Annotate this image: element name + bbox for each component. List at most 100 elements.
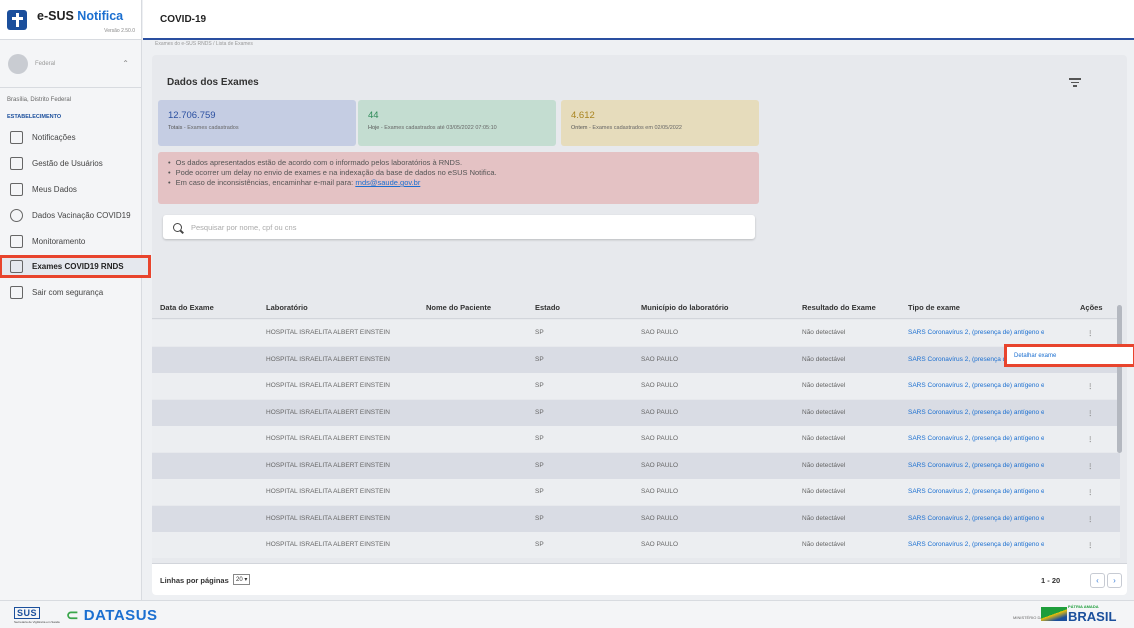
column-header[interactable]: Resultado do Exame [802, 303, 876, 312]
stat-description: Ontem - Exames cadastrados em 02/05/2022 [571, 125, 749, 131]
sus-logo: SUS [14, 607, 41, 619]
detail-exam-menu-item[interactable]: Detalhar exame [1004, 344, 1134, 367]
cell-type[interactable]: SARS Coronavírus 2, (presença de) antíge… [908, 382, 1044, 389]
sidebar-item-gest-o-de-usu-rios[interactable]: Gestão de Usuários [0, 150, 141, 176]
more-actions-icon[interactable]: ⋮ [1087, 515, 1094, 523]
cell-result: Não detectável [802, 514, 846, 522]
rows-per-page-select[interactable]: 20 ▾ [233, 574, 251, 585]
search-box[interactable] [163, 215, 755, 239]
brand[interactable]: e-SUS Notifica Versão 2.50.0 [0, 0, 141, 40]
stat-label: Totais [168, 125, 183, 131]
cell-state: SP [535, 461, 544, 469]
cell-city: SAO PAULO [641, 514, 679, 522]
sidebar-item-monitoramento[interactable]: Monitoramento [0, 228, 141, 254]
column-header[interactable]: Tipo de exame [908, 303, 960, 312]
more-actions-icon[interactable]: ⋮ [1087, 541, 1094, 549]
page-range: 1 - 20 [1041, 576, 1061, 585]
cell-type[interactable]: SARS Coronavírus 2, (presença de) antíge… [908, 541, 1044, 548]
sidebar-item-notifica-es[interactable]: Notificações [0, 124, 141, 150]
more-actions-icon[interactable]: ⋮ [1087, 435, 1094, 443]
datasus-logo: ⊂ DATASUS [66, 606, 158, 624]
user-box[interactable]: Federal ⌃ [0, 40, 141, 88]
cell-state: SP [535, 488, 544, 495]
datasus-mark: ⊂ [66, 607, 84, 624]
stat-value: 44 [368, 110, 379, 121]
cell-city: SAO PAULO [641, 382, 679, 389]
sidebar-item-dados-vacina-o-covid19[interactable]: Dados Vacinação COVID19 [0, 202, 141, 228]
stat-today: 44 Hoje - Exames cadastrados até 03/05/2… [358, 100, 556, 146]
prev-page-button[interactable]: ‹ [1090, 573, 1105, 588]
cell-state: SP [535, 408, 544, 416]
app-version: Versão 2.50.0 [104, 27, 135, 34]
cross-logo-icon [7, 9, 27, 30]
table-scrollbar[interactable] [1115, 295, 1122, 561]
sidebar-item-label: Notificações [32, 132, 76, 142]
cell-result: Não detectável [802, 382, 846, 389]
cell-type[interactable]: SARS Coronavírus 2, (presença de) antíge… [908, 409, 1044, 416]
cell-lab: HOSPITAL ISRAELITA ALBERT EINSTEIN [266, 514, 390, 522]
page-title: COVID-19 [160, 13, 207, 25]
chevron-up-icon[interactable]: ⌃ [122, 59, 129, 68]
more-actions-icon[interactable]: ⋮ [1087, 329, 1094, 337]
cell-city: SAO PAULO [641, 541, 679, 548]
logout-icon [10, 285, 23, 299]
search-input[interactable] [191, 222, 731, 232]
cell-result: Não detectável [802, 435, 846, 442]
cell-type[interactable]: SARS Coronavírus 2, (presença de) antíge… [908, 329, 1044, 336]
column-header[interactable]: Município do laboratório [641, 303, 729, 312]
cell-result: Não detectável [802, 488, 846, 495]
scroll-thumb[interactable] [1117, 305, 1122, 453]
cell-result: Não detectável [802, 355, 846, 363]
rows-per-page-value: 20 [236, 577, 243, 583]
cell-type[interactable]: SARS Coronavírus 2, (presença de) antíge… [908, 515, 1044, 522]
sidebar-item-meus-dados[interactable]: Meus Dados [0, 176, 141, 202]
stat-label: Hoje [368, 125, 380, 131]
sus-subtitle: Secretaria de Vigilância em Saúde [14, 620, 60, 624]
nav-list: Notificações Gestão de Usuários Meus Dados… [0, 124, 151, 305]
more-actions-icon[interactable]: ⋮ [1087, 488, 1094, 496]
column-header[interactable]: Estado [535, 303, 560, 312]
filter-icon-line [1073, 85, 1077, 87]
column-header[interactable]: Data do Exame [160, 303, 214, 312]
brasil-flag-icon [1041, 607, 1067, 621]
cell-type[interactable]: SARS Coronavírus 2, (presença de) antíge… [908, 488, 1044, 495]
brasil-label: BRASIL [1068, 609, 1117, 624]
chevron-down-icon: ▾ [244, 577, 248, 583]
cell-type[interactable]: SARS Coronavírus 2, (presença de) antíge… [908, 462, 1044, 469]
notification-icon [10, 130, 23, 144]
filter-icon[interactable] [1069, 78, 1081, 88]
notice-item: Pode ocorrer um delay no envio de exames… [168, 168, 749, 178]
datasus-text: DATASUS [83, 607, 158, 624]
pagination: Linhas por páginas 20 ▾ 1 - 20 ‹ › [152, 563, 1127, 595]
column-header: Ações [1080, 303, 1103, 312]
sidebar-item-sair-com-seguran-a[interactable]: Sair com segurança [0, 279, 141, 305]
section-label: ESTABELECIMENTO [7, 114, 62, 120]
column-header[interactable]: Laboratório [266, 303, 308, 312]
search-icon [173, 222, 182, 232]
sidebar-item-label: Monitoramento [32, 236, 86, 246]
cell-city: SAO PAULO [641, 461, 679, 469]
sidebar-item-exames-covid19-rnds[interactable]: Exames COVID19 RNDS [0, 255, 151, 278]
next-page-button[interactable]: › [1107, 573, 1122, 588]
notice-text: Em caso de inconsistências, encaminhar e… [175, 178, 356, 187]
email-link[interactable]: rnds@saude.gov.br [355, 178, 420, 187]
stat-desc-text: - Exames cadastrados até 03/05/2022 07:0… [379, 125, 497, 131]
table-header: Data do Exame Laboratório Nome do Pacien… [152, 295, 1120, 319]
stat-total: 12.706.759 Totais - Exames cadastrados [158, 100, 356, 146]
table-row: HOSPITAL ISRAELITA ALBERT EINSTEIN SP SAO … [152, 505, 1120, 532]
more-actions-icon[interactable]: ⋮ [1087, 409, 1094, 417]
stat-description: Hoje - Exames cadastrados até 03/05/2022… [368, 125, 546, 131]
column-header[interactable]: Nome do Paciente [426, 303, 491, 312]
cell-lab: HOSPITAL ISRAELITA ALBERT EINSTEIN [266, 488, 390, 495]
cell-city: SAO PAULO [641, 488, 679, 495]
exam-icon [10, 260, 23, 273]
stat-desc-text: - Exames cadastrados [182, 125, 239, 131]
table-row: HOSPITAL ISRAELITA ALBERT EINSTEIN SP SAO … [152, 426, 1120, 452]
cell-lab: HOSPITAL ISRAELITA ALBERT EINSTEIN [266, 435, 390, 442]
more-actions-icon[interactable]: ⋮ [1087, 462, 1094, 470]
table-row: HOSPITAL ISRAELITA ALBERT EINSTEIN SP SAO … [152, 373, 1120, 399]
cell-type[interactable]: SARS Coronavírus 2, (presença de) antíge… [908, 435, 1044, 442]
brand-text: e-SUS Notifica Versão 2.50.0 [37, 4, 137, 36]
more-actions-icon[interactable]: ⋮ [1087, 382, 1094, 390]
cell-result: Não detectável [802, 461, 846, 469]
